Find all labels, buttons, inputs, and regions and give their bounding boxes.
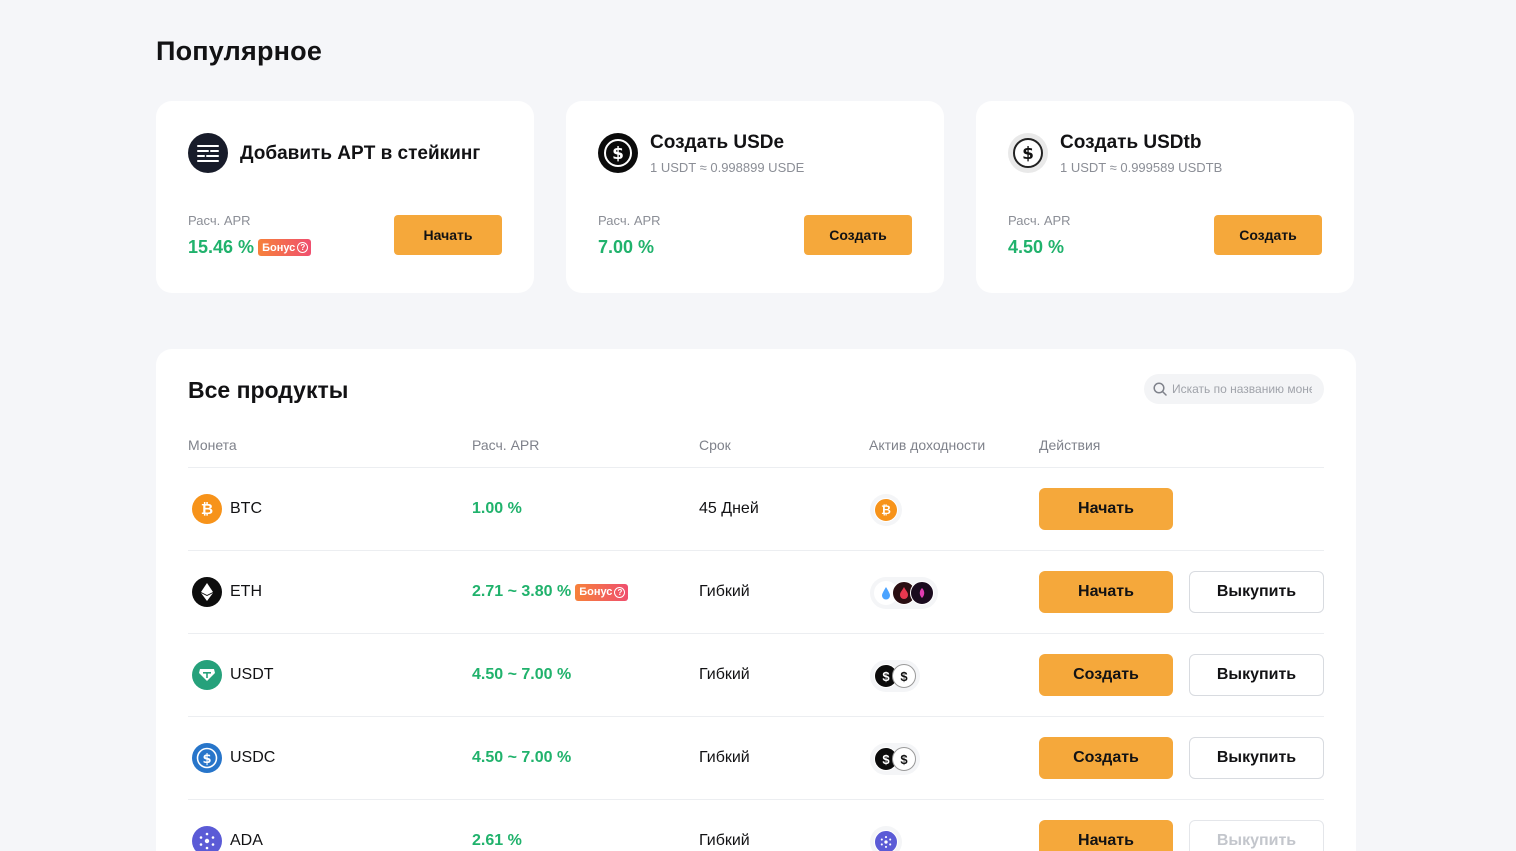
term: 45 Дней [699, 500, 759, 517]
coin-name: USDC [230, 749, 276, 766]
coin-name: USDT [230, 666, 274, 683]
card-title: Создать USDtb [1060, 132, 1202, 153]
yield-assets[interactable] [870, 577, 938, 609]
start-button[interactable]: Начать [1039, 820, 1173, 851]
btc-icon: ₿ [874, 498, 898, 522]
card-title: Создать USDe [650, 132, 785, 153]
table-header: Монета Расч. APR Срок Актив доходности Д… [156, 437, 1356, 467]
apr-label: Расч. APR [188, 213, 251, 228]
table-row: USDT 4.50 ~ 7.00 % Гибкий $ $ Создать Вы… [188, 634, 1324, 717]
usdc-icon: $ [192, 743, 222, 773]
aptos-icon [188, 133, 228, 173]
bonus-badge[interactable]: Бонус? [575, 583, 629, 601]
term: Гибкий [699, 583, 750, 600]
exchange-rate: 1 USDT ≈ 0.999589 USDTB [1060, 160, 1223, 175]
section-title: Все продукты [188, 377, 349, 403]
popular-card-usde: $ Создать USDe 1 USDT ≈ 0.998899 USDE Ра… [566, 101, 944, 293]
coin-name: ADA [230, 832, 263, 849]
apr-number: 4.50 ~ 7.00 % [472, 666, 572, 683]
apr-number: 1.00 % [472, 500, 522, 517]
usdt-icon [192, 660, 222, 690]
exchange-rate: 1 USDT ≈ 0.998899 USDE [650, 160, 805, 175]
col-coin: Монета [188, 437, 237, 453]
redeem-button[interactable]: Выкупить [1189, 654, 1324, 696]
btc-icon: ₿ [192, 494, 222, 524]
search-icon [1153, 382, 1167, 396]
apr-number: 4.50 ~ 7.00 % [472, 749, 572, 766]
start-button[interactable]: Начать [394, 215, 502, 255]
redeem-button[interactable]: Выкупить [1189, 820, 1324, 851]
apr-value: 4.50 ~ 7.00 % [472, 749, 571, 767]
bonus-label: Бонус [262, 241, 296, 254]
apr-value: 1.00 % [472, 500, 522, 518]
table-row: $ USDC 4.50 ~ 7.00 % Гибкий $ $ Создать … [188, 717, 1324, 800]
apr-number: 4.50 % [1008, 237, 1065, 257]
apr-value: 4.50 % [1008, 237, 1064, 258]
question-icon: ? [297, 242, 309, 253]
col-term: Срок [699, 437, 731, 453]
card-title: Добавить APT в стейкинг [240, 143, 481, 164]
usdtb-icon: $ [1008, 133, 1048, 173]
apr-value: 4.50 ~ 7.00 % [472, 666, 571, 684]
term: Гибкий [699, 666, 750, 683]
table-row: ₿ BTC 1.00 % 45 Дней ₿ Начать [188, 468, 1324, 551]
apr-value: 15.46 % Бонус? [188, 237, 312, 258]
start-button[interactable]: Начать [1039, 571, 1173, 613]
yield-assets[interactable]: $ $ [870, 660, 920, 692]
start-button[interactable]: Начать [1039, 488, 1173, 530]
apr-number: 2.71 ~ 3.80 % [472, 583, 572, 600]
lotus-icon [910, 581, 934, 605]
all-products-panel: Все продукты Монета Расч. APR Срок Актив… [156, 349, 1356, 851]
apr-number: 7.00 % [598, 237, 655, 257]
apr-value: 7.00 % [598, 237, 654, 258]
page-title: Популярное [156, 36, 323, 66]
create-button[interactable]: Создать [1039, 737, 1173, 779]
yield-assets[interactable]: $ $ [870, 743, 920, 775]
col-apr: Расч. APR [472, 437, 540, 453]
yield-assets[interactable]: ₿ [870, 494, 902, 526]
usdtb-icon: $ [892, 747, 916, 771]
term: Гибкий [699, 749, 750, 766]
apr-value: 2.61 % [472, 832, 522, 850]
redeem-button[interactable]: Выкупить [1189, 571, 1324, 613]
apr-value: 2.71 ~ 3.80 % Бонус? [472, 583, 629, 601]
usdtb-icon: $ [892, 664, 916, 688]
svg-text:$: $ [612, 144, 624, 164]
svg-text:$: $ [202, 752, 211, 767]
create-button[interactable]: Создать [1039, 654, 1173, 696]
coin-name: BTC [230, 500, 262, 517]
apr-label: Расч. APR [598, 213, 661, 228]
search-box[interactable] [1144, 374, 1324, 404]
yield-assets[interactable] [870, 826, 902, 851]
coin-name: ETH [230, 583, 262, 600]
table-row: ADA 2.61 % Гибкий Начать Выкупить [188, 800, 1324, 851]
usde-icon: $ [598, 133, 638, 173]
apr-number: 15.46 % [188, 237, 255, 257]
popular-card-usdtb: $ Создать USDtb 1 USDT ≈ 0.999589 USDTB … [976, 101, 1354, 293]
apr-number: 2.61 % [472, 832, 522, 849]
ada-icon [192, 826, 222, 851]
ada-icon [874, 830, 898, 851]
create-button[interactable]: Создать [804, 215, 912, 255]
eth-icon [192, 577, 222, 607]
bonus-label: Бонус [579, 586, 613, 598]
table-row: ETH 2.71 ~ 3.80 % Бонус? Гибкий Начать В… [188, 551, 1324, 634]
col-yield-asset: Актив доходности [869, 437, 986, 453]
question-icon: ? [614, 586, 626, 598]
bonus-badge[interactable]: Бонус? [258, 239, 312, 256]
popular-card-apt: Добавить APT в стейкинг Расч. APR 15.46 … [156, 101, 534, 293]
search-input[interactable] [1172, 382, 1312, 396]
term: Гибкий [699, 832, 750, 849]
apr-label: Расч. APR [1008, 213, 1071, 228]
redeem-button[interactable]: Выкупить [1189, 737, 1324, 779]
col-actions: Действия [1039, 437, 1101, 453]
create-button[interactable]: Создать [1214, 215, 1322, 255]
svg-text:$: $ [1022, 144, 1034, 164]
